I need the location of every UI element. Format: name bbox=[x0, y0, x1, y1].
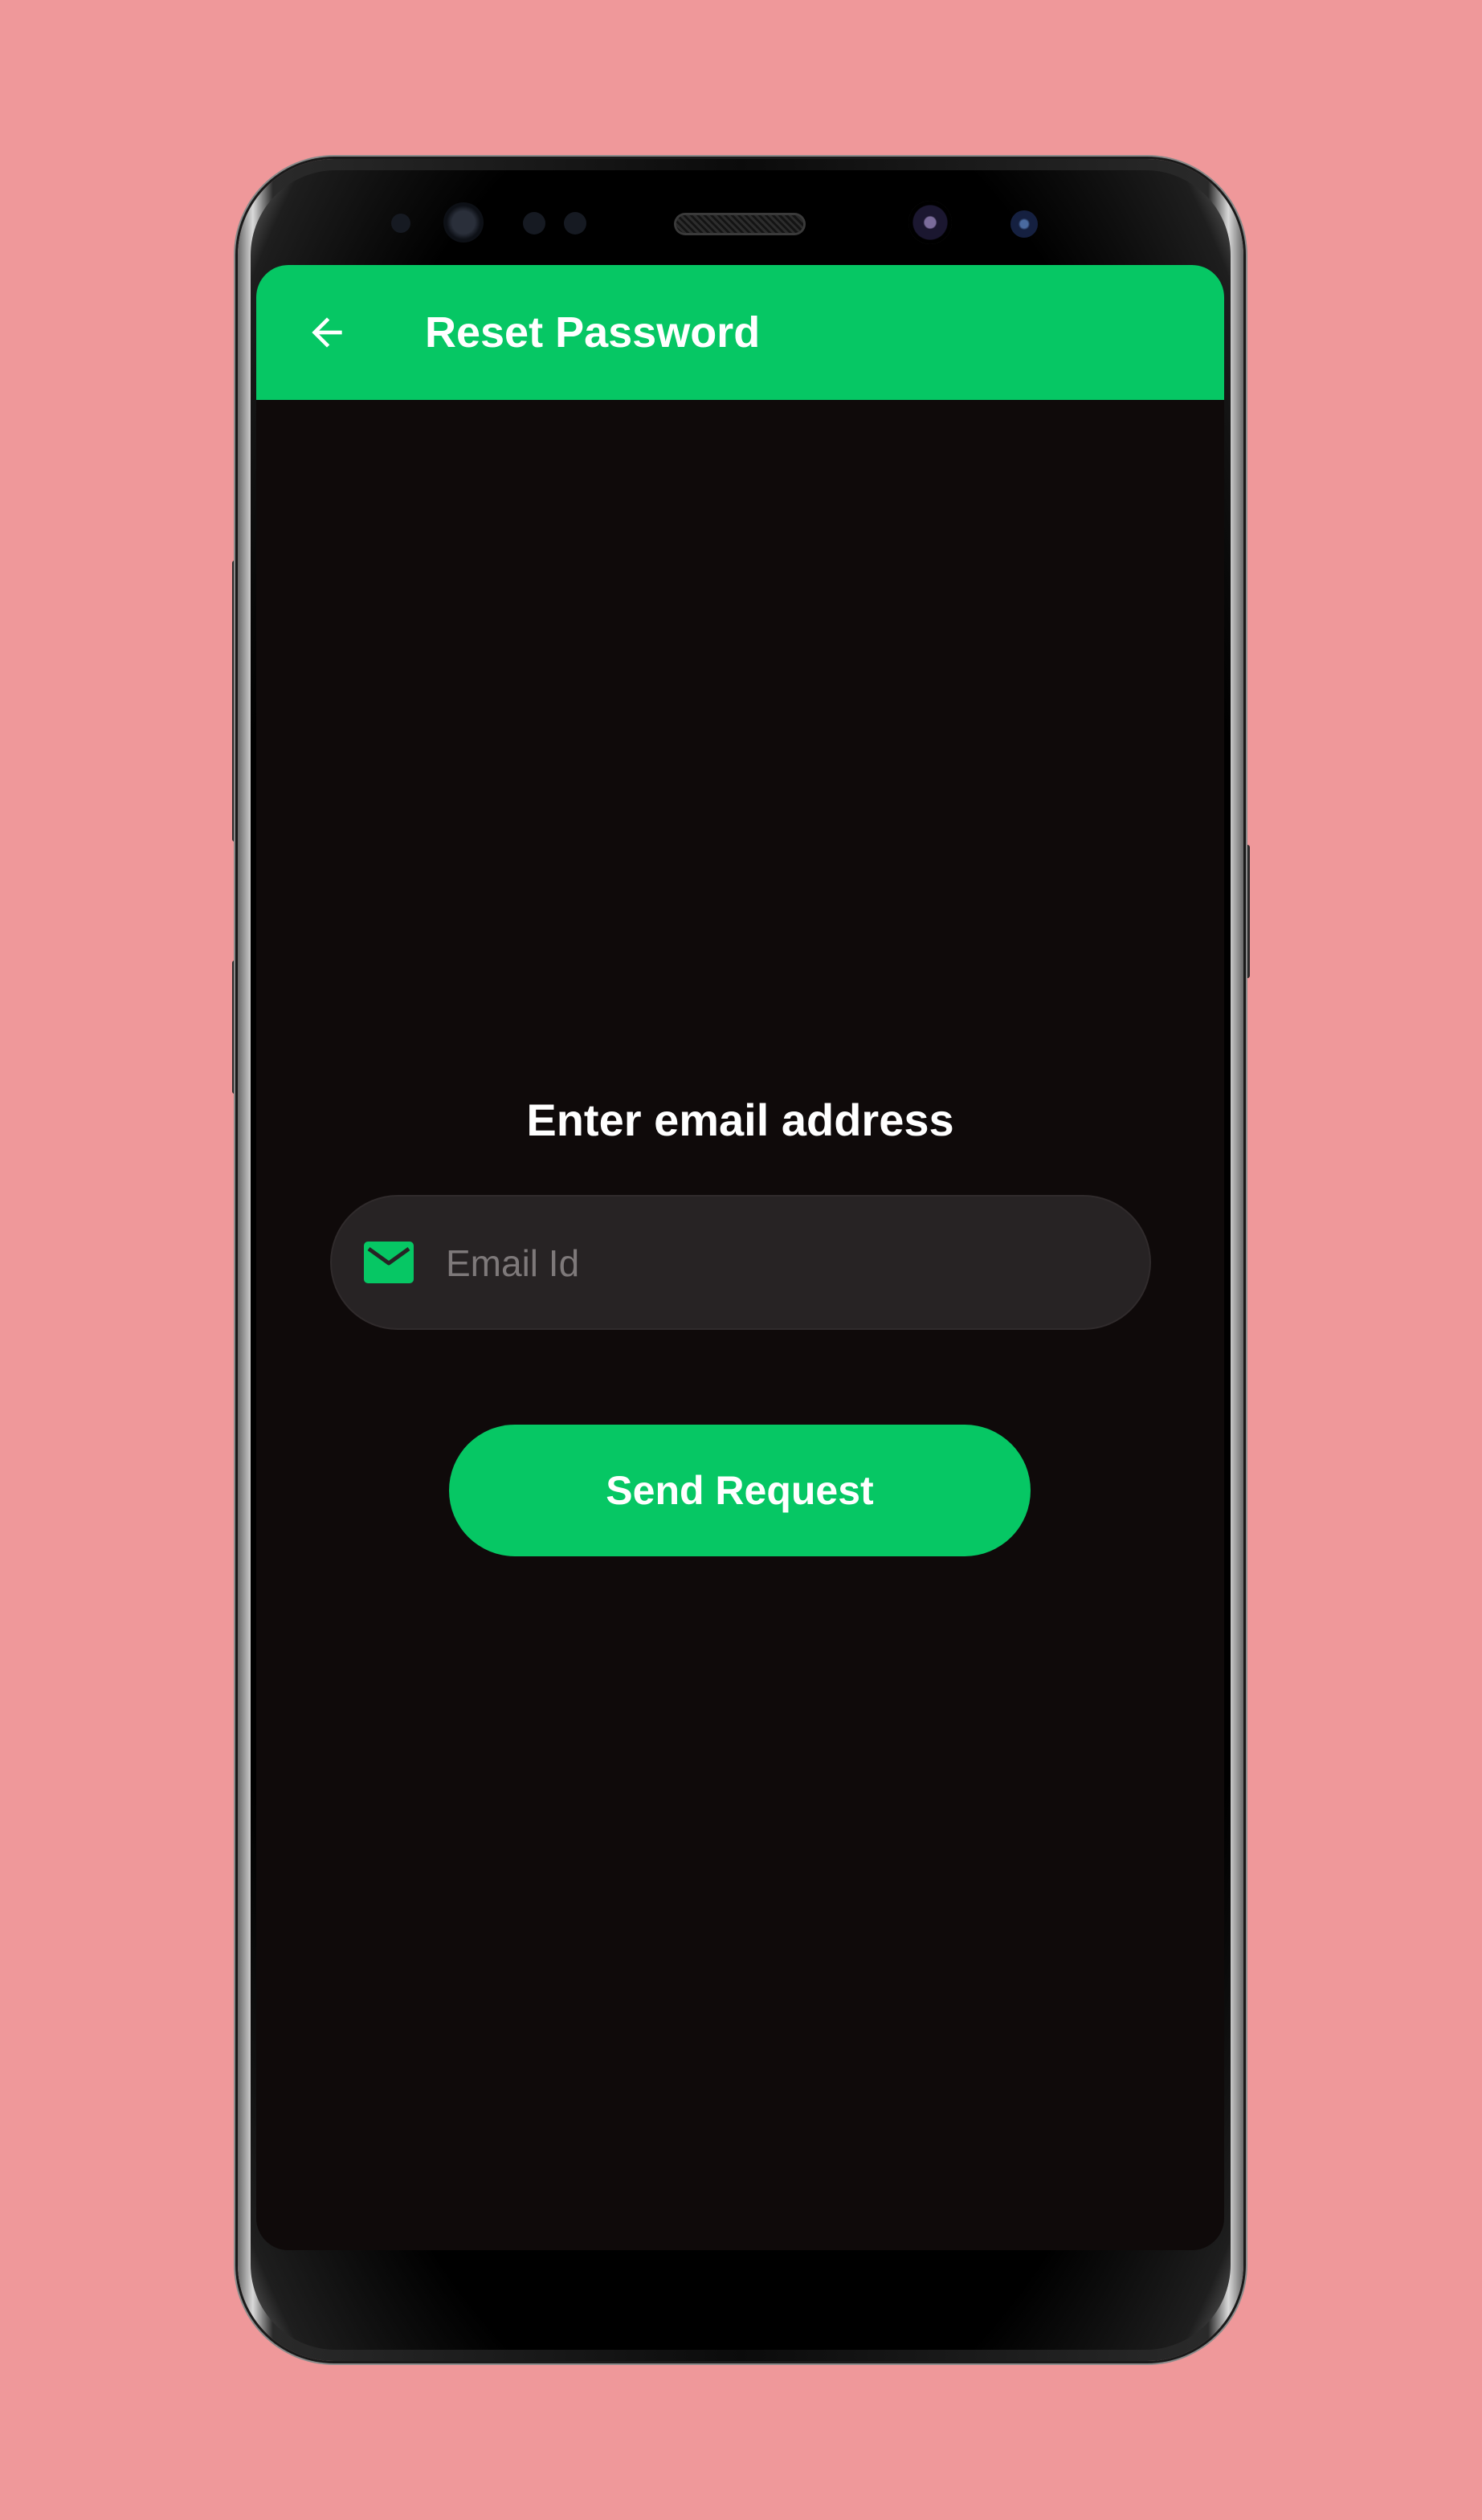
email-prompt: Enter email address bbox=[526, 1095, 954, 1145]
page-background: Reset Password Enter email address Send … bbox=[0, 0, 1482, 2520]
email-input[interactable] bbox=[444, 1221, 1122, 1306]
iris-sensor bbox=[443, 202, 484, 243]
earpiece-speaker bbox=[676, 215, 803, 233]
light-sensor-left bbox=[523, 212, 545, 234]
app-screen: Reset Password Enter email address Send … bbox=[256, 265, 1224, 2250]
back-button[interactable] bbox=[295, 300, 359, 365]
mail-icon bbox=[364, 1242, 414, 1283]
iris-camera bbox=[1010, 210, 1038, 238]
email-field-container[interactable] bbox=[332, 1197, 1149, 1328]
light-sensor-right bbox=[564, 212, 586, 234]
arrow-left-icon bbox=[312, 317, 342, 348]
send-request-button[interactable]: Send Request bbox=[449, 1425, 1031, 1556]
proximity-sensor bbox=[391, 214, 410, 233]
power-side-button bbox=[1243, 845, 1250, 978]
app-bar: Reset Password bbox=[256, 265, 1224, 400]
page-title: Reset Password bbox=[425, 308, 761, 357]
front-camera bbox=[908, 201, 952, 244]
